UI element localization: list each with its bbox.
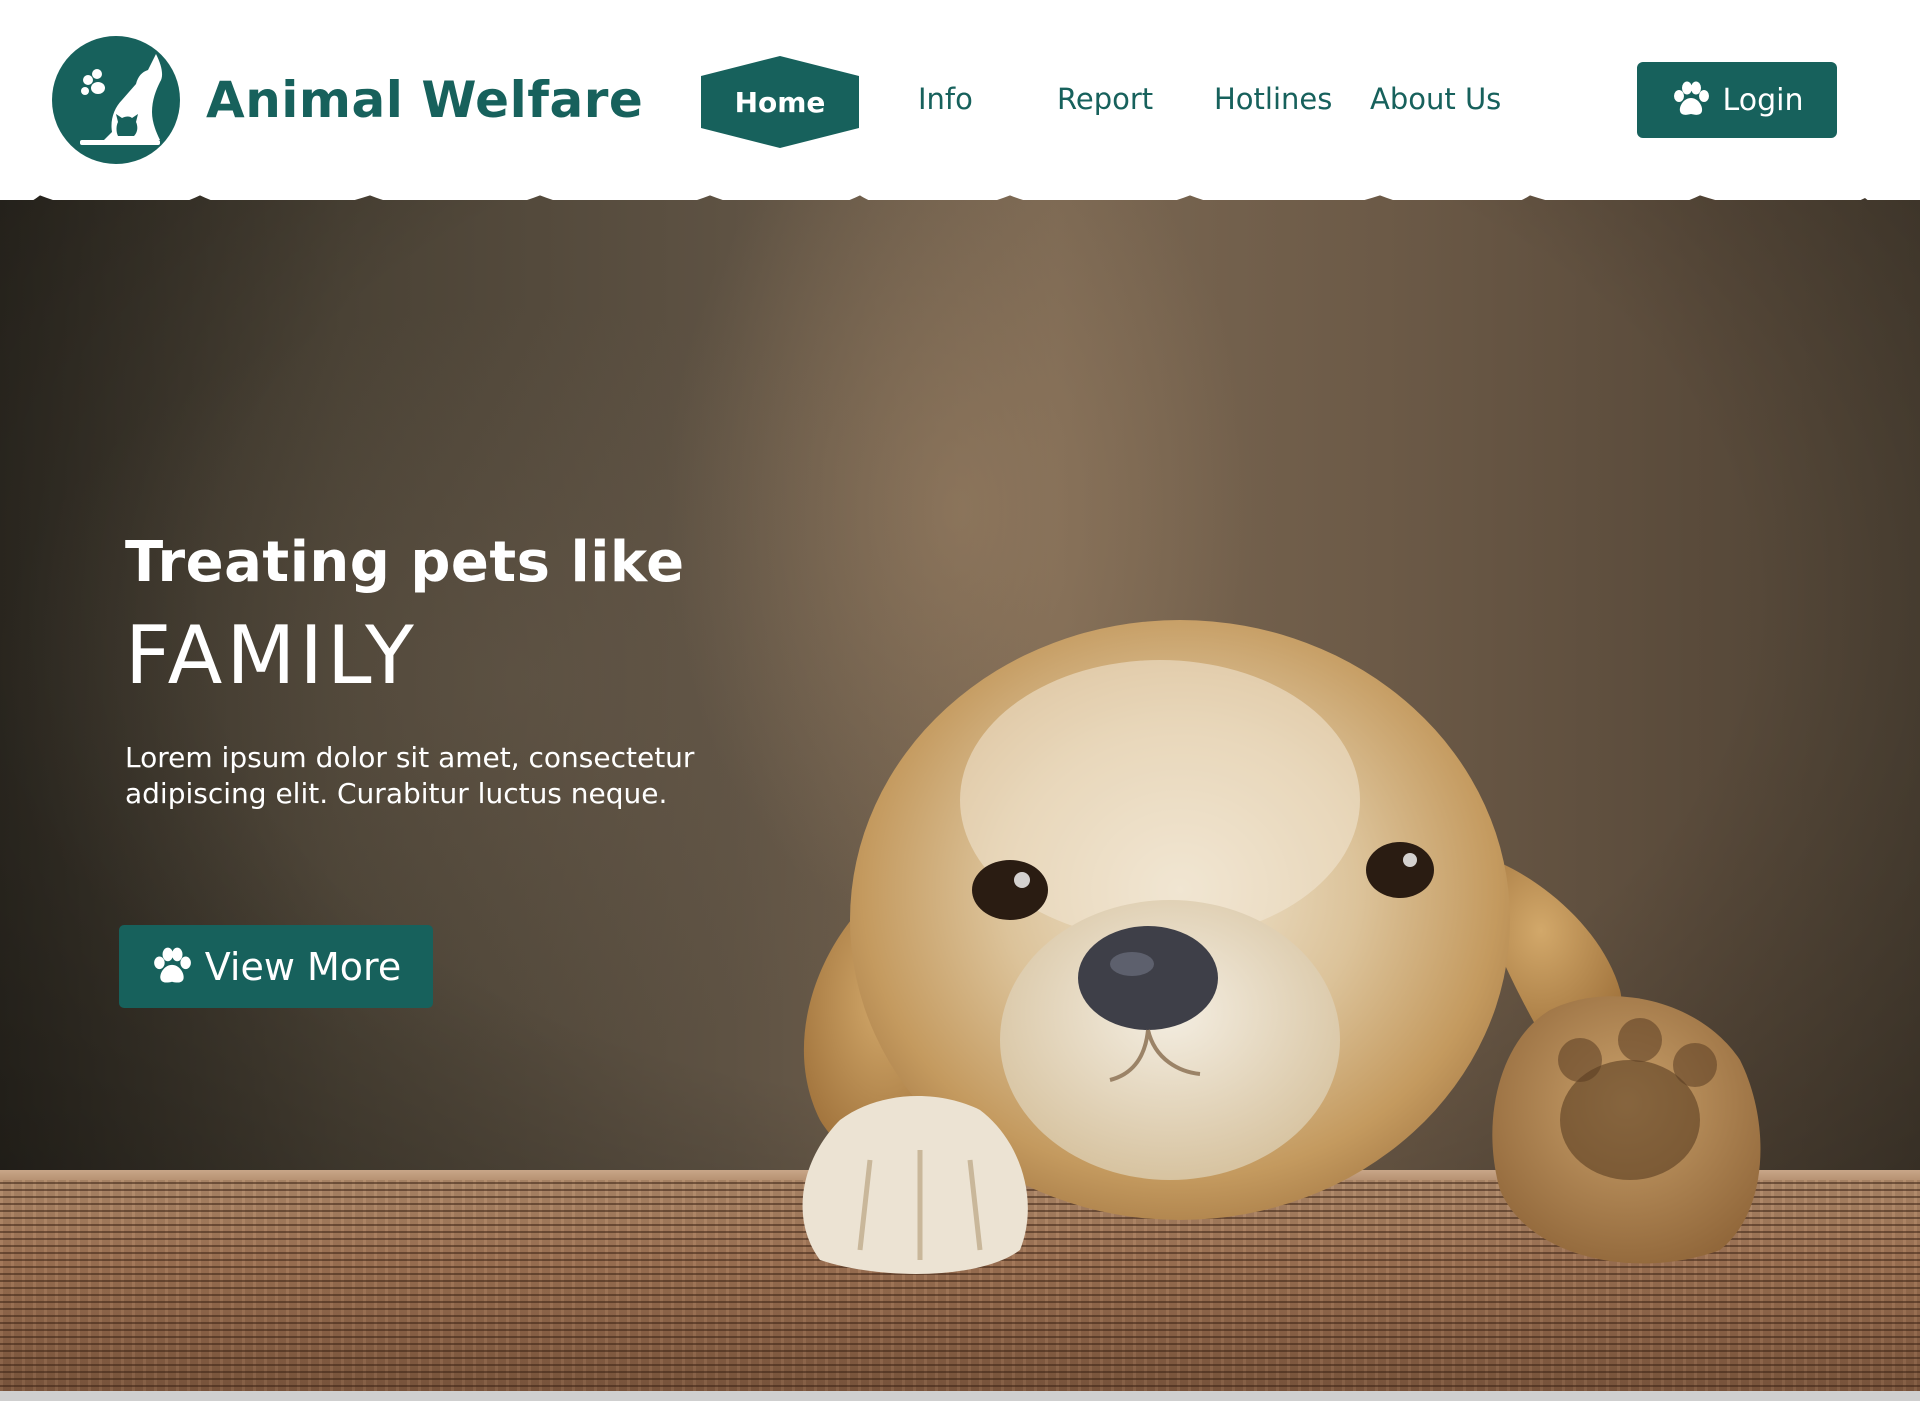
nav-item-report[interactable]: Report [1057, 82, 1153, 116]
nav-item-about-us[interactable]: About Us [1370, 82, 1501, 116]
paw-icon [1673, 81, 1709, 115]
hero-text-block: Treating pets like FAMILY Lorem ipsum do… [125, 530, 805, 812]
paw-icon [153, 947, 191, 983]
view-more-button[interactable]: View More [119, 925, 433, 1008]
nav-item-home-label: Home [734, 85, 826, 119]
puppy-image [802, 620, 1761, 1274]
hero-description: Lorem ipsum dolor sit amet, consectetur … [125, 741, 695, 810]
site-header: Animal Welfare Home Info Report Hotlines… [0, 0, 1920, 215]
bottom-scrollbar-strip [0, 1391, 1920, 1401]
view-more-label: View More [204, 944, 402, 989]
brand-logo[interactable]: Animal Welfare [52, 36, 643, 164]
login-button[interactable]: Login [1637, 62, 1837, 138]
brand-name: Animal Welfare [206, 71, 644, 129]
nav-item-info[interactable]: Info [918, 82, 973, 116]
dog-cat-paw-logo-icon [52, 36, 180, 164]
hero-headline-emphasis: FAMILY [125, 609, 418, 702]
hero-headline: Treating pets like [125, 530, 685, 595]
nav-item-home[interactable]: Home [701, 56, 859, 148]
login-label: Login [1722, 82, 1804, 118]
nav-item-hotlines[interactable]: Hotlines [1214, 82, 1332, 116]
